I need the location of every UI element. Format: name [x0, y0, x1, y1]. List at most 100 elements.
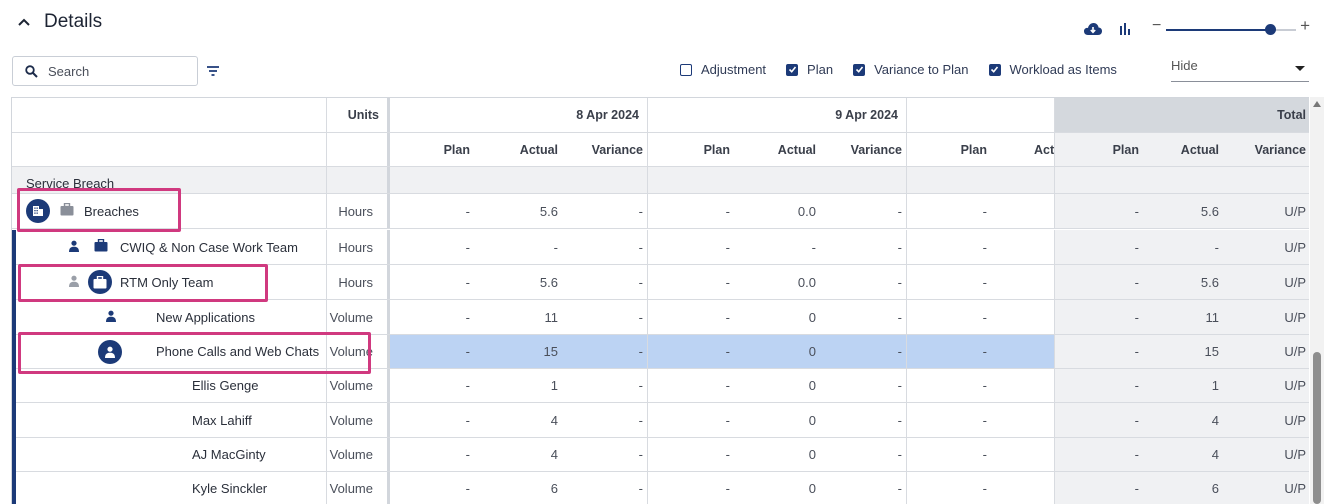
- units-cell: Hours: [338, 239, 373, 255]
- table-row[interactable]: Phone Calls and Web Chats Volume - 15 - - 0 - - -…: [12, 335, 1309, 369]
- value-cell: 6: [1211, 481, 1219, 496]
- row-name: Phone Calls and Web Chats: [156, 344, 320, 359]
- grid-subheader-row: Plan Actual Variance Plan Actual Varianc…: [12, 133, 1309, 167]
- search-icon: [25, 64, 38, 78]
- grid-header-row: Units 8 Apr 2024 9 Apr 2024 Total: [12, 98, 1309, 133]
- value-cell: -: [897, 412, 902, 428]
- zoom-slider[interactable]: − +: [1152, 16, 1310, 39]
- units-cell: Volume: [329, 447, 373, 462]
- zoom-in-icon[interactable]: +: [1300, 16, 1310, 36]
- hide-select[interactable]: Hide: [1171, 54, 1309, 82]
- table-row[interactable]: Kyle Sinckler Volume - 6 - - 0 - - - 6 U/P: [12, 472, 1309, 504]
- table-row[interactable]: New Applications Volume - 11 - - 0 - - - 11 U/P: [12, 300, 1309, 335]
- person-icon: [105, 310, 117, 325]
- value-cell: 0: [808, 378, 816, 393]
- person-icon: [68, 275, 80, 290]
- value-cell: -: [1214, 239, 1219, 255]
- value-cell: U/P: [1284, 203, 1306, 219]
- value-cell: -: [725, 344, 730, 359]
- checkbox-label: Variance to Plan: [874, 62, 969, 77]
- value-cell: -: [897, 274, 902, 290]
- value-cell: U/P: [1284, 447, 1306, 462]
- value-cell: 4: [550, 412, 558, 428]
- table-row[interactable]: Breaches Hours - 5.6 - - 0.0 - - - 5.6 U/P: [12, 194, 1309, 229]
- details-grid: Units 8 Apr 2024 9 Apr 2024 Total Plan A…: [11, 97, 1309, 504]
- value-cell: -: [1134, 378, 1139, 393]
- caret-down-icon[interactable]: [1295, 66, 1305, 71]
- value-cell: -: [465, 481, 470, 496]
- value-cell: U/P: [1284, 412, 1306, 428]
- zoom-out-icon[interactable]: −: [1152, 17, 1161, 35]
- sub-header-plan: Plan: [960, 142, 987, 157]
- value-cell: -: [982, 309, 987, 325]
- value-cell: U/P: [1284, 239, 1306, 255]
- value-cell: 0: [808, 481, 816, 496]
- table-row[interactable]: RTM Only Team Hours - 5.6 - - 0.0 - - - 5.6 U/P: [12, 265, 1309, 300]
- value-cell: U/P: [1284, 309, 1306, 325]
- table-row[interactable]: Max Lahiff Volume - 4 - - 0 - - - 4 U/P: [12, 403, 1309, 438]
- cloud-download-icon[interactable]: [1082, 18, 1104, 40]
- value-cell: -: [1134, 481, 1139, 496]
- value-cell: 15: [543, 344, 558, 359]
- value-cell: 1: [550, 378, 558, 393]
- adjustment-checkbox[interactable]: Adjustment: [680, 62, 766, 77]
- search-input[interactable]: [48, 63, 178, 79]
- scrollbar-thumb[interactable]: [1313, 352, 1321, 504]
- zoom-slider-thumb[interactable]: [1264, 24, 1276, 35]
- scroll-up-icon[interactable]: [1313, 101, 1321, 107]
- briefcase-icon: [94, 238, 108, 255]
- plan-checkbox[interactable]: Plan: [786, 62, 833, 77]
- value-cell: -: [465, 344, 470, 359]
- sub-header-plan: Plan: [443, 142, 470, 157]
- value-cell: -: [725, 239, 730, 255]
- search-field[interactable]: [12, 56, 198, 86]
- checkbox-checked-icon[interactable]: [988, 63, 1001, 76]
- value-cell: 6: [550, 481, 558, 496]
- value-cell: U/P: [1284, 274, 1306, 290]
- value-cell: -: [638, 344, 643, 359]
- row-icons: [105, 300, 117, 334]
- table-row[interactable]: CWIQ & Non Case Work Team Hours - - - - - - - - - U…: [12, 230, 1309, 265]
- toggle-checkboxes: Adjustment Plan Variance to Plan Workloa…: [680, 62, 1117, 77]
- value-cell: -: [1134, 274, 1139, 290]
- checkbox-checked-icon[interactable]: [786, 63, 799, 76]
- value-cell: U/P: [1284, 344, 1306, 359]
- details-header[interactable]: Details: [16, 8, 102, 36]
- bar-chart-icon[interactable]: [1114, 18, 1136, 40]
- table-row[interactable]: Ellis Genge Volume - 1 - - 0 - - - 1 U/P: [12, 369, 1309, 403]
- value-cell: -: [982, 447, 987, 462]
- value-cell: -: [638, 274, 643, 290]
- filter-icon[interactable]: [204, 62, 222, 80]
- variance-to-plan-checkbox[interactable]: Variance to Plan: [853, 62, 969, 77]
- row-name: RTM Only Team: [120, 274, 214, 290]
- value-cell: 0: [808, 447, 816, 462]
- date-header-9-apr: 9 Apr 2024: [835, 108, 898, 122]
- briefcase-icon: [88, 270, 112, 294]
- chevron-up-icon[interactable]: [16, 14, 32, 30]
- value-cell: -: [465, 274, 470, 290]
- value-cell: -: [725, 309, 730, 325]
- workload-as-items-checkbox[interactable]: Workload as Items: [988, 62, 1117, 77]
- row-name: AJ MacGinty: [192, 447, 266, 462]
- value-cell: -: [725, 412, 730, 428]
- hide-select-value: Hide: [1171, 58, 1198, 73]
- table-row[interactable]: AJ MacGinty Volume - 4 - - 0 - - - 4 U/P: [12, 438, 1309, 472]
- checkbox-checked-icon[interactable]: [853, 63, 866, 76]
- vertical-scrollbar[interactable]: [1310, 97, 1324, 504]
- value-cell: -: [982, 481, 987, 496]
- value-cell: -: [638, 412, 643, 428]
- units-cell: Volume: [329, 309, 373, 325]
- value-cell: -: [465, 239, 470, 255]
- value-cell: -: [465, 309, 470, 325]
- value-cell: -: [897, 344, 902, 359]
- total-header: Total: [1277, 108, 1306, 122]
- value-cell: -: [982, 239, 987, 255]
- value-cell: 4: [1211, 412, 1219, 428]
- checkbox-unchecked-icon[interactable]: [680, 63, 692, 76]
- value-cell: -: [638, 447, 643, 462]
- value-cell: -: [982, 378, 987, 393]
- value-cell: U/P: [1284, 378, 1306, 393]
- value-cell: -: [1134, 447, 1139, 462]
- sub-header-variance: Variance: [1254, 142, 1306, 157]
- group-row: Service Breach: [12, 167, 1309, 194]
